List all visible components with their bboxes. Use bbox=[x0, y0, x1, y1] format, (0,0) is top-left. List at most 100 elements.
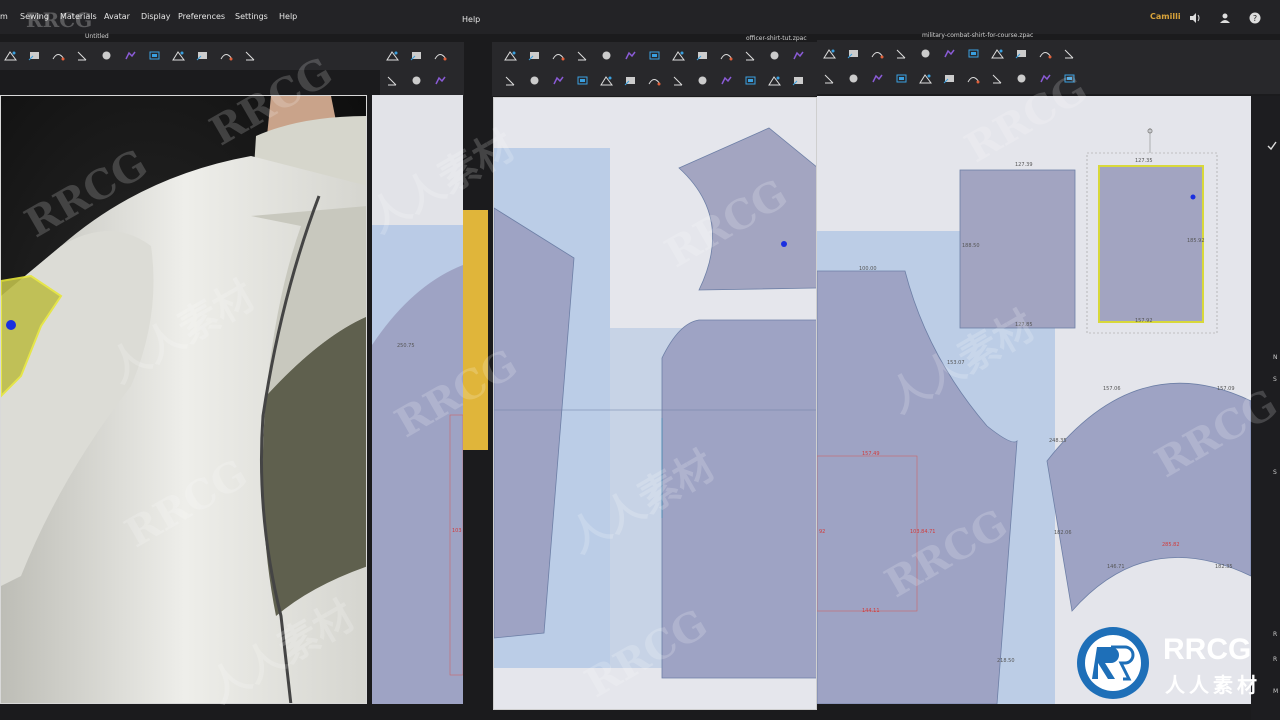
curve-tool-icon[interactable] bbox=[1039, 48, 1052, 59]
edit-point-icon[interactable] bbox=[823, 73, 836, 84]
watermark-corner: RRCG bbox=[26, 8, 93, 32]
edit-point-icon[interactable] bbox=[76, 50, 89, 61]
grid-tool-icon[interactable] bbox=[744, 75, 757, 86]
circle-tool-icon[interactable] bbox=[919, 48, 932, 59]
polygon-tool-icon[interactable] bbox=[386, 50, 399, 61]
edit-point-icon[interactable] bbox=[991, 73, 1004, 84]
menu-item-preferences[interactable]: Preferences bbox=[178, 12, 225, 21]
user-name[interactable]: Camilli bbox=[1150, 12, 1181, 21]
logo-title: RRCG bbox=[1163, 633, 1252, 666]
circle-tool-icon[interactable] bbox=[600, 50, 613, 61]
rectangle-tool-icon[interactable] bbox=[528, 50, 541, 61]
side-label: N bbox=[1273, 354, 1278, 361]
polygon-tool-icon[interactable] bbox=[823, 48, 836, 59]
polygon-tool-icon[interactable] bbox=[672, 50, 685, 61]
measure-label: 185.92 bbox=[1187, 238, 1205, 244]
measure-label: 146.71 bbox=[1107, 564, 1125, 570]
rectangle-tool-icon[interactable] bbox=[624, 75, 637, 86]
grid-tool-icon[interactable] bbox=[1063, 73, 1076, 84]
polygon-tool-icon[interactable] bbox=[600, 75, 613, 86]
grid-tool-icon[interactable] bbox=[576, 75, 589, 86]
pen-tool-icon[interactable] bbox=[624, 50, 637, 61]
measure-label: 157.49 bbox=[862, 451, 880, 457]
pen-tool-icon[interactable] bbox=[943, 48, 956, 59]
rrcg-logo: RRCG 人人素材 bbox=[1075, 625, 1275, 705]
rectangle-tool-icon[interactable] bbox=[792, 75, 805, 86]
menu-bar: m Sewing Materials Avatar Display Prefer… bbox=[0, 0, 1280, 42]
pattern-2d-strip-left[interactable]: 250.75 bbox=[372, 95, 463, 704]
user-icon[interactable] bbox=[1219, 9, 1231, 23]
curve-tool-icon[interactable] bbox=[52, 50, 65, 61]
edit-point-icon[interactable] bbox=[744, 50, 757, 61]
pen-tool-icon[interactable] bbox=[434, 75, 447, 86]
menu-item-help[interactable]: Help bbox=[279, 12, 297, 21]
pen-tool-icon[interactable] bbox=[871, 73, 884, 84]
circle-tool-icon[interactable] bbox=[528, 75, 541, 86]
menu-item-display[interactable]: Display bbox=[141, 12, 171, 21]
curve-tool-icon[interactable] bbox=[648, 75, 661, 86]
menu-item-avatar[interactable]: Avatar bbox=[104, 12, 130, 21]
menu-item-help-right[interactable]: Help bbox=[462, 15, 480, 24]
pen-tool-icon[interactable] bbox=[792, 50, 805, 61]
avatar-3d-viewport[interactable] bbox=[0, 95, 367, 704]
rectangle-tool-icon[interactable] bbox=[847, 48, 860, 59]
curve-tool-icon[interactable] bbox=[552, 50, 565, 61]
menu-item-settings[interactable]: Settings bbox=[235, 12, 268, 21]
polygon-tool-icon[interactable] bbox=[504, 50, 517, 61]
edit-point-icon[interactable] bbox=[672, 75, 685, 86]
polygon-tool-icon[interactable] bbox=[919, 73, 932, 84]
curve-tool-icon[interactable] bbox=[220, 50, 233, 61]
edit-point-icon[interactable] bbox=[504, 75, 517, 86]
grid-tool-icon[interactable] bbox=[148, 50, 161, 61]
polygon-tool-icon[interactable] bbox=[768, 75, 781, 86]
circle-tool-icon[interactable] bbox=[847, 73, 860, 84]
viewport-sliver bbox=[463, 210, 488, 450]
rectangle-tool-icon[interactable] bbox=[1015, 48, 1028, 59]
edit-point-icon[interactable] bbox=[386, 75, 399, 86]
rectangle-tool-icon[interactable] bbox=[196, 50, 209, 61]
pattern-2d-view-right[interactable]: 127.39 127.85 188.50 185.92 127.35 157.9… bbox=[817, 96, 1251, 704]
rectangle-tool-icon[interactable] bbox=[28, 50, 41, 61]
help-icon[interactable]: ? bbox=[1249, 9, 1261, 24]
middle-toolbar bbox=[492, 42, 817, 96]
edit-point-icon[interactable] bbox=[244, 50, 257, 61]
pen-tool-icon[interactable] bbox=[124, 50, 137, 61]
grid-tool-icon[interactable] bbox=[895, 73, 908, 84]
circle-tool-icon[interactable] bbox=[768, 50, 781, 61]
grid-tool-icon[interactable] bbox=[648, 50, 661, 61]
circle-tool-icon[interactable] bbox=[410, 75, 423, 86]
middle-document-title: officer-shirt-tut.zpac bbox=[746, 35, 807, 42]
circle-tool-icon[interactable] bbox=[1015, 73, 1028, 84]
grid-tool-icon[interactable] bbox=[967, 48, 980, 59]
pen-tool-icon[interactable] bbox=[720, 75, 733, 86]
edit-point-icon[interactable] bbox=[895, 48, 908, 59]
polygon-tool-icon[interactable] bbox=[172, 50, 185, 61]
right-toolbar bbox=[817, 40, 1280, 94]
menu-item-m[interactable]: m bbox=[0, 12, 8, 21]
curve-tool-icon[interactable] bbox=[967, 73, 980, 84]
speaker-icon[interactable] bbox=[1189, 9, 1201, 23]
curve-tool-icon[interactable] bbox=[871, 48, 884, 59]
curve-tool-icon[interactable] bbox=[720, 50, 733, 61]
rectangle-tool-icon[interactable] bbox=[410, 50, 423, 61]
polygon-tool-icon[interactable] bbox=[4, 50, 17, 61]
measure-label: 218.50 bbox=[997, 658, 1015, 664]
measure-label: 144.11 bbox=[862, 608, 880, 614]
measure-label: 182.35 bbox=[1215, 564, 1233, 570]
rectangle-tool-icon[interactable] bbox=[696, 50, 709, 61]
selection-point[interactable] bbox=[6, 320, 16, 330]
check-icon[interactable] bbox=[1267, 136, 1277, 151]
pattern-2d-view-middle[interactable] bbox=[493, 97, 817, 710]
edit-point-icon[interactable] bbox=[576, 50, 589, 61]
pen-tool-icon[interactable] bbox=[552, 75, 565, 86]
circle-tool-icon[interactable] bbox=[100, 50, 113, 61]
rectangle-tool-icon[interactable] bbox=[943, 73, 956, 84]
polygon-tool-icon[interactable] bbox=[991, 48, 1004, 59]
mid-left-toolbar bbox=[380, 42, 464, 96]
pen-tool-icon[interactable] bbox=[1039, 73, 1052, 84]
right-document-title: military-combat-shirt-for-course.zpac bbox=[922, 32, 1034, 39]
measure-label: 100.00 bbox=[859, 266, 877, 272]
circle-tool-icon[interactable] bbox=[696, 75, 709, 86]
curve-tool-icon[interactable] bbox=[434, 50, 447, 61]
edit-point-icon[interactable] bbox=[1063, 48, 1076, 59]
